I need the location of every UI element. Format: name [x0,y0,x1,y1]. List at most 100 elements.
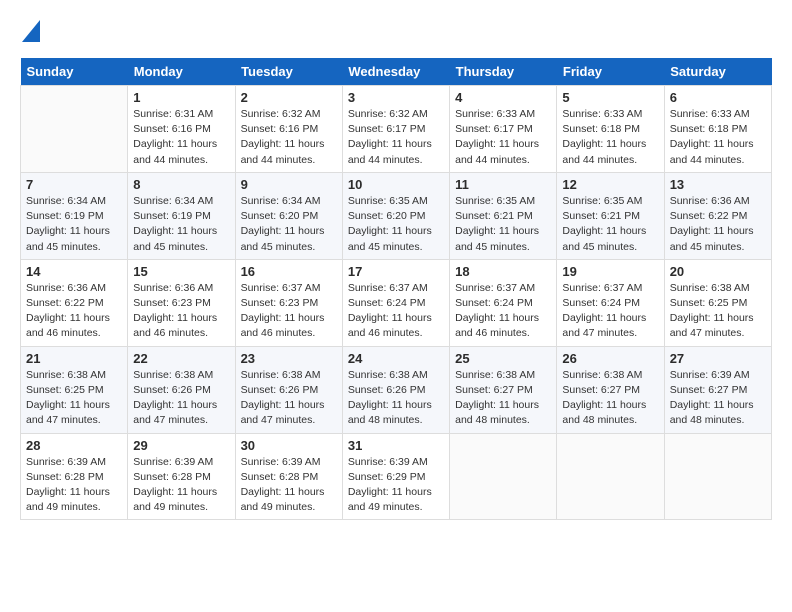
day-number: 26 [562,351,658,366]
calendar-cell [21,86,128,173]
day-number: 13 [670,177,766,192]
calendar-cell: 17 Sunrise: 6:37 AMSunset: 6:24 PMDayligh… [342,259,449,346]
day-number: 5 [562,90,658,105]
day-detail: Sunrise: 6:39 AMSunset: 6:28 PMDaylight:… [241,455,337,516]
calendar-cell: 2 Sunrise: 6:32 AMSunset: 6:16 PMDaylight… [235,86,342,173]
day-number: 12 [562,177,658,192]
day-number: 15 [133,264,229,279]
day-detail: Sunrise: 6:38 AMSunset: 6:25 PMDaylight:… [670,281,766,342]
calendar-cell: 11 Sunrise: 6:35 AMSunset: 6:21 PMDayligh… [450,172,557,259]
calendar-cell: 28 Sunrise: 6:39 AMSunset: 6:28 PMDayligh… [21,433,128,520]
day-detail: Sunrise: 6:33 AMSunset: 6:18 PMDaylight:… [670,107,766,168]
calendar-cell [664,433,771,520]
day-detail: Sunrise: 6:38 AMSunset: 6:27 PMDaylight:… [562,368,658,429]
day-number: 14 [26,264,122,279]
day-detail: Sunrise: 6:35 AMSunset: 6:21 PMDaylight:… [455,194,551,255]
calendar-cell [557,433,664,520]
day-detail: Sunrise: 6:37 AMSunset: 6:24 PMDaylight:… [455,281,551,342]
day-detail: Sunrise: 6:38 AMSunset: 6:26 PMDaylight:… [348,368,444,429]
day-number: 22 [133,351,229,366]
calendar-cell: 21 Sunrise: 6:38 AMSunset: 6:25 PMDayligh… [21,346,128,433]
day-detail: Sunrise: 6:39 AMSunset: 6:28 PMDaylight:… [133,455,229,516]
day-detail: Sunrise: 6:39 AMSunset: 6:29 PMDaylight:… [348,455,444,516]
day-number: 24 [348,351,444,366]
day-number: 4 [455,90,551,105]
day-number: 8 [133,177,229,192]
calendar-cell: 31 Sunrise: 6:39 AMSunset: 6:29 PMDayligh… [342,433,449,520]
calendar-cell: 19Sunrise: 6:37 AMSunset: 6:24 PMDayligh… [557,259,664,346]
weekday-header-monday: Monday [128,58,235,86]
weekday-header-sunday: Sunday [21,58,128,86]
calendar-cell: 6 Sunrise: 6:33 AMSunset: 6:18 PMDaylight… [664,86,771,173]
weekday-header-thursday: Thursday [450,58,557,86]
calendar-cell: 30Sunrise: 6:39 AMSunset: 6:28 PMDayligh… [235,433,342,520]
day-number: 17 [348,264,444,279]
day-number: 7 [26,177,122,192]
day-detail: Sunrise: 6:35 AMSunset: 6:20 PMDaylight:… [348,194,444,255]
calendar-cell: 16 Sunrise: 6:37 AMSunset: 6:23 PMDayligh… [235,259,342,346]
day-detail: Sunrise: 6:34 AMSunset: 6:20 PMDaylight:… [241,194,337,255]
calendar-cell: 22 Sunrise: 6:38 AMSunset: 6:26 PMDayligh… [128,346,235,433]
day-number: 2 [241,90,337,105]
calendar-cell: 18Sunrise: 6:37 AMSunset: 6:24 PMDayligh… [450,259,557,346]
day-detail: Sunrise: 6:39 AMSunset: 6:27 PMDaylight:… [670,368,766,429]
day-number: 25 [455,351,551,366]
day-detail: Sunrise: 6:39 AMSunset: 6:28 PMDaylight:… [26,455,122,516]
calendar-cell: 27 Sunrise: 6:39 AMSunset: 6:27 PMDayligh… [664,346,771,433]
day-detail: Sunrise: 6:37 AMSunset: 6:24 PMDaylight:… [348,281,444,342]
calendar-cell: 29 Sunrise: 6:39 AMSunset: 6:28 PMDayligh… [128,433,235,520]
calendar-cell: 5 Sunrise: 6:33 AMSunset: 6:18 PMDaylight… [557,86,664,173]
logo [20,20,40,42]
day-detail: Sunrise: 6:32 AMSunset: 6:17 PMDaylight:… [348,107,444,168]
day-detail: Sunrise: 6:38 AMSunset: 6:26 PMDaylight:… [133,368,229,429]
day-detail: Sunrise: 6:32 AMSunset: 6:16 PMDaylight:… [241,107,337,168]
day-number: 10 [348,177,444,192]
day-detail: Sunrise: 6:38 AMSunset: 6:25 PMDaylight:… [26,368,122,429]
calendar-cell: 26 Sunrise: 6:38 AMSunset: 6:27 PMDayligh… [557,346,664,433]
day-number: 16 [241,264,337,279]
weekday-header-tuesday: Tuesday [235,58,342,86]
day-detail: Sunrise: 6:36 AMSunset: 6:22 PMDaylight:… [670,194,766,255]
day-number: 6 [670,90,766,105]
calendar-cell: 1 Sunrise: 6:31 AMSunset: 6:16 PMDaylight… [128,86,235,173]
day-number: 27 [670,351,766,366]
day-detail: Sunrise: 6:34 AMSunset: 6:19 PMDaylight:… [26,194,122,255]
day-detail: Sunrise: 6:33 AMSunset: 6:18 PMDaylight:… [562,107,658,168]
calendar-cell: 9 Sunrise: 6:34 AMSunset: 6:20 PMDaylight… [235,172,342,259]
day-number: 31 [348,438,444,453]
calendar-cell: 12 Sunrise: 6:35 AMSunset: 6:21 PMDayligh… [557,172,664,259]
calendar-cell: 14 Sunrise: 6:36 AMSunset: 6:22 PMDayligh… [21,259,128,346]
calendar-cell: 7 Sunrise: 6:34 AMSunset: 6:19 PMDaylight… [21,172,128,259]
day-detail: Sunrise: 6:35 AMSunset: 6:21 PMDaylight:… [562,194,658,255]
calendar-cell: 8 Sunrise: 6:34 AMSunset: 6:19 PMDaylight… [128,172,235,259]
day-detail: Sunrise: 6:36 AMSunset: 6:22 PMDaylight:… [26,281,122,342]
weekday-header-wednesday: Wednesday [342,58,449,86]
day-number: 29 [133,438,229,453]
page-header [20,20,772,42]
day-detail: Sunrise: 6:38 AMSunset: 6:27 PMDaylight:… [455,368,551,429]
calendar-cell: 24 Sunrise: 6:38 AMSunset: 6:26 PMDayligh… [342,346,449,433]
day-number: 28 [26,438,122,453]
day-number: 21 [26,351,122,366]
day-number: 23 [241,351,337,366]
calendar-cell: 15Sunrise: 6:36 AMSunset: 6:23 PMDayligh… [128,259,235,346]
day-number: 19 [562,264,658,279]
calendar-cell [450,433,557,520]
logo-triangle-icon [22,20,40,42]
calendar-cell: 23 Sunrise: 6:38 AMSunset: 6:26 PMDayligh… [235,346,342,433]
day-detail: Sunrise: 6:31 AMSunset: 6:16 PMDaylight:… [133,107,229,168]
weekday-header-saturday: Saturday [664,58,771,86]
day-number: 9 [241,177,337,192]
day-number: 11 [455,177,551,192]
weekday-header-friday: Friday [557,58,664,86]
calendar-cell: 25 Sunrise: 6:38 AMSunset: 6:27 PMDayligh… [450,346,557,433]
day-number: 20 [670,264,766,279]
day-detail: Sunrise: 6:33 AMSunset: 6:17 PMDaylight:… [455,107,551,168]
day-number: 3 [348,90,444,105]
day-detail: Sunrise: 6:38 AMSunset: 6:26 PMDaylight:… [241,368,337,429]
day-detail: Sunrise: 6:34 AMSunset: 6:19 PMDaylight:… [133,194,229,255]
calendar-cell: 13 Sunrise: 6:36 AMSunset: 6:22 PMDayligh… [664,172,771,259]
calendar-table: SundayMondayTuesdayWednesdayThursdayFrid… [20,58,772,520]
day-detail: Sunrise: 6:37 AMSunset: 6:23 PMDaylight:… [241,281,337,342]
day-number: 1 [133,90,229,105]
